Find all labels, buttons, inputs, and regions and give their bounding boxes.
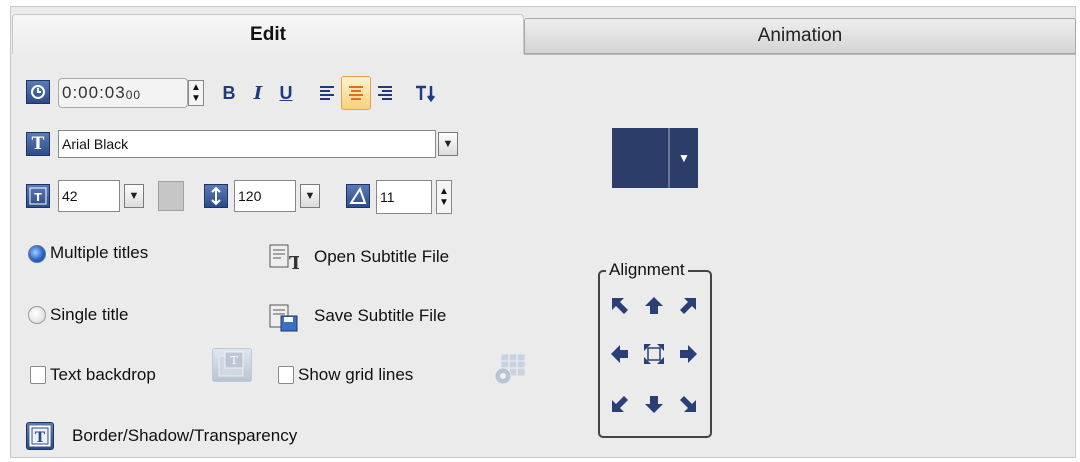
duration-frames: 00 xyxy=(125,88,142,102)
tab-edit-label: Edit xyxy=(250,23,286,45)
font-name-value: Arial Black xyxy=(62,136,129,152)
spin-down-icon: ▼ xyxy=(439,197,449,208)
save-subtitle-icon xyxy=(266,300,300,334)
align-right-icon xyxy=(378,86,392,100)
save-subtitle-button[interactable]: Save Subtitle File xyxy=(266,300,466,334)
align-top-center-icon[interactable] xyxy=(642,294,666,318)
border-shadow-icon: T xyxy=(26,422,54,450)
align-left-button[interactable] xyxy=(312,78,340,108)
tab-animation[interactable]: Animation xyxy=(524,18,1076,54)
open-subtitle-label: Open Subtitle File xyxy=(314,247,450,266)
vertical-text-button[interactable] xyxy=(412,78,438,108)
font-icon: T xyxy=(26,132,50,156)
font-dropdown-button[interactable]: ▼ xyxy=(438,132,458,156)
align-middle-right-icon[interactable] xyxy=(676,342,700,366)
font-size-value: 42 xyxy=(62,188,78,204)
font-size-dropdown-button[interactable]: ▼ xyxy=(124,184,144,208)
text-backdrop-label: Text backdrop xyxy=(50,365,156,384)
italic-label: I xyxy=(253,82,263,104)
open-subtitle-button[interactable]: T Open Subtitle File xyxy=(266,240,466,274)
single-title-radio[interactable] xyxy=(28,306,46,324)
alignment-label: Alignment xyxy=(606,260,688,280)
single-title-label: Single title xyxy=(50,305,129,324)
font-icon-glyph: T xyxy=(31,134,45,154)
align-left-icon xyxy=(320,86,334,100)
tab-animation-label: Animation xyxy=(757,25,843,46)
duration-field[interactable]: 0:00:03 00 xyxy=(58,78,188,108)
align-top-left-icon[interactable] xyxy=(608,294,632,318)
italic-button[interactable]: I xyxy=(246,78,270,108)
svg-text:T: T xyxy=(34,191,42,204)
line-spacing-field[interactable]: 120 xyxy=(234,180,296,212)
save-subtitle-label: Save Subtitle File xyxy=(314,306,447,325)
align-bottom-left-icon[interactable] xyxy=(608,392,632,416)
text-color-dropdown-button[interactable]: ▼ xyxy=(668,128,698,188)
align-right-button[interactable] xyxy=(372,78,400,108)
spin-down-icon: ▼ xyxy=(191,93,201,104)
chevron-down-icon: ▼ xyxy=(442,138,454,150)
angle-field[interactable]: 11 xyxy=(376,180,432,214)
chevron-down-icon: ▼ xyxy=(304,190,316,202)
line-spacing-icon xyxy=(204,184,228,208)
vertical-text-icon xyxy=(416,85,435,103)
line-spacing-dropdown-button[interactable]: ▼ xyxy=(300,184,320,208)
angle-value: 11 xyxy=(380,189,395,205)
open-subtitle-icon: T xyxy=(266,240,300,274)
bold-button[interactable]: B xyxy=(216,78,242,108)
show-grid-lines-checkbox[interactable] xyxy=(278,366,294,384)
underline-label: U xyxy=(279,82,293,103)
spin-up-icon: ▲ xyxy=(439,186,449,197)
backdrop-settings-icon[interactable]: T xyxy=(212,348,252,382)
duration-stepper[interactable]: ▲ ▼ xyxy=(188,80,204,106)
spin-up-icon: ▲ xyxy=(191,82,201,93)
svg-text:T: T xyxy=(289,253,299,273)
border-shadow-label: Border/Shadow/Transparency xyxy=(72,426,298,445)
svg-text:T: T xyxy=(35,430,46,446)
duration-value: 0:00:03 xyxy=(62,83,126,102)
multiple-titles-label: Multiple titles xyxy=(50,243,149,262)
grid-settings-icon[interactable] xyxy=(490,352,530,386)
show-grid-lines-label: Show grid lines xyxy=(298,365,414,384)
svg-text:T: T xyxy=(230,354,238,367)
font-name-field[interactable]: Arial Black xyxy=(58,130,436,158)
multiple-titles-radio[interactable] xyxy=(28,245,46,263)
align-middle-left-icon[interactable] xyxy=(608,342,632,366)
title-options-panel xyxy=(10,6,1076,458)
bold-label: B xyxy=(222,82,236,103)
angle-icon xyxy=(346,184,370,208)
angle-stepper[interactable]: ▲ ▼ xyxy=(436,180,452,214)
tab-divider xyxy=(524,54,1076,55)
text-backdrop-checkbox[interactable] xyxy=(30,366,46,384)
clock-icon xyxy=(26,80,50,104)
align-center-button[interactable] xyxy=(341,76,371,110)
tab-edit[interactable]: Edit xyxy=(12,14,524,54)
font-size-icon: T xyxy=(26,184,50,208)
align-top-right-icon[interactable] xyxy=(676,294,700,318)
line-spacing-value: 120 xyxy=(238,188,262,204)
font-size-field[interactable]: 42 xyxy=(58,180,120,212)
text-color-swatch[interactable] xyxy=(612,128,668,188)
chevron-down-icon: ▼ xyxy=(678,151,690,165)
align-center-icon xyxy=(349,86,363,100)
chevron-down-icon: ▼ xyxy=(128,190,140,202)
underline-button[interactable]: U xyxy=(274,78,298,108)
color-swatch[interactable] xyxy=(158,181,184,211)
align-bottom-right-icon[interactable] xyxy=(676,392,700,416)
align-center-icon[interactable] xyxy=(642,342,666,366)
border-shadow-transparency-button[interactable]: T Border/Shadow/Transparency xyxy=(26,420,366,454)
align-bottom-center-icon[interactable] xyxy=(642,392,666,416)
